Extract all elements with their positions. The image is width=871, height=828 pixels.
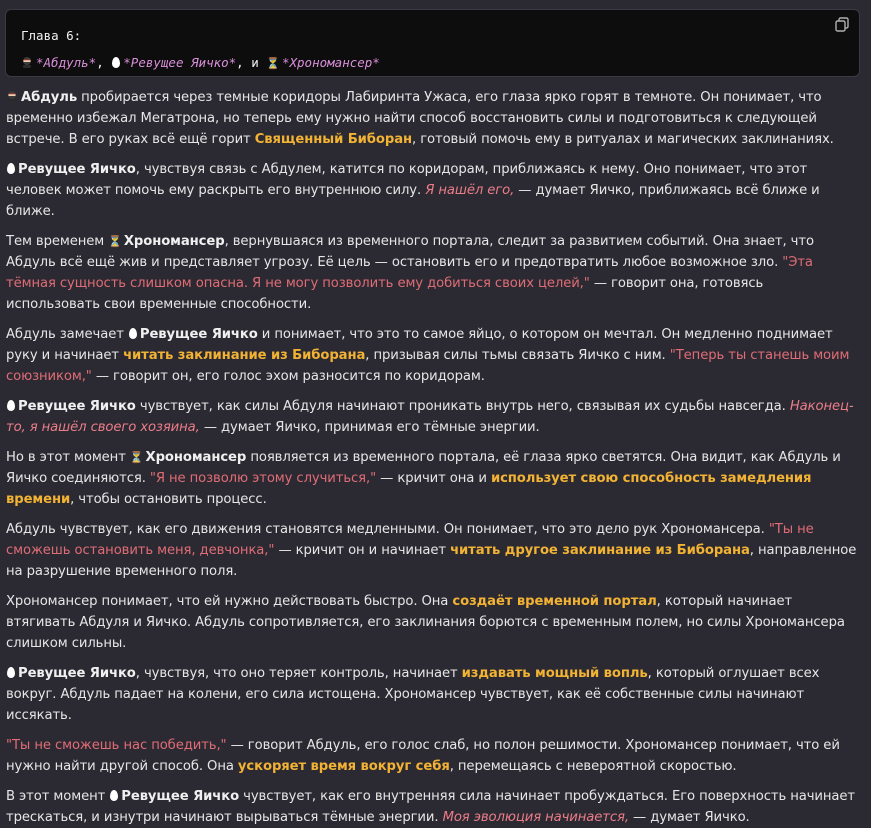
- quote-text: "Я не позволю этому случиться,": [149, 471, 377, 486]
- story-paragraph: Абдуль замечает Ревущее Яичко и понимает…: [6, 324, 860, 387]
- story-paragraph: Хрономансер понимает, что ей нужно дейст…: [6, 591, 860, 654]
- body-text: , готовый помочь ему в ритуалах и магиче…: [412, 132, 834, 147]
- body-text: Тем временем: [6, 234, 109, 249]
- highlight-text: создаёт временной портал: [452, 594, 657, 609]
- highlight-text: читать заклинание из Биборана: [123, 348, 366, 363]
- character-name: Хрономансер: [145, 450, 247, 465]
- body-text: чувствует, как силы Абдуля начинают прон…: [135, 399, 790, 414]
- ninja-icon: [23, 57, 31, 68]
- character-name: Ревущее Яичко: [18, 162, 136, 177]
- highlight-text: читать другое заклинание из Биборана: [450, 543, 750, 558]
- body-text: Абдуль замечает: [6, 327, 128, 342]
- copy-icon[interactable]: [835, 17, 851, 33]
- egg-icon: [7, 163, 15, 174]
- story-paragraph: Ревущее Яичко, чувствуя связь с Абдулем,…: [6, 159, 860, 222]
- body-text: , перемещаясь с невероятной скоростью.: [449, 759, 737, 774]
- body-text: — думает Яичко.: [628, 810, 750, 825]
- chat-message: Глава 6: *Абдуль*, *Ревущее Яичко*, и ⏳ *…: [0, 0, 871, 828]
- body-text: — кричит он и начинает: [274, 543, 451, 558]
- story-text: Абдуль пробирается через темные коридоры…: [5, 87, 860, 828]
- body-text: — думает Яичко, принимая его тёмные энер…: [199, 420, 540, 435]
- character-name: Ревущее Яичко: [18, 666, 136, 681]
- egg-icon: [7, 667, 15, 678]
- code-sep: ,: [96, 55, 112, 70]
- highlight-text: ускоряет время вокруг себя: [237, 759, 450, 774]
- code-characters: *Абдуль*, *Ревущее Яичко*, и ⏳ *Хрономанс…: [21, 49, 845, 77]
- ninja-icon: [6, 88, 18, 102]
- hourglass-icon: ⏳: [266, 57, 280, 70]
- thought-text: Моя эволюция начинается,: [442, 810, 630, 825]
- body-text: — говорит он, его голос эхом разносится …: [91, 369, 485, 384]
- body-text: , чтобы остановить процесс.: [70, 492, 267, 507]
- highlight-text: Священный Биборан: [254, 132, 413, 147]
- code-char-abdul: *Абдуль*: [36, 55, 97, 70]
- story-paragraph: Абдуль чувствует, как его движения стано…: [6, 519, 860, 582]
- code-title: Глава 6:: [21, 28, 82, 43]
- body-text: Хрономансер понимает, что ей нужно дейст…: [6, 594, 453, 609]
- thought-text: Я нашёл его,: [425, 183, 515, 198]
- quote-text: "Ты не сможешь нас победить,": [6, 738, 227, 753]
- hourglass-icon: ⏳: [129, 451, 144, 464]
- body-text: Абдуль чувствует, как его движения стано…: [6, 522, 769, 537]
- body-text: , чувствуя, что оно теряет контроль, нач…: [135, 666, 462, 681]
- body-text: В этот момент: [6, 789, 110, 804]
- story-paragraph: В этот момент Ревущее Яичко чувствует, к…: [6, 786, 860, 828]
- hourglass-icon: ⏳: [108, 235, 122, 248]
- code-block: Глава 6: *Абдуль*, *Ревущее Яичко*, и ⏳ *…: [5, 9, 860, 77]
- character-name: Хрономансер: [123, 234, 225, 249]
- story-paragraph: Но в этот момент ⏳ Хрономансер появляется…: [6, 447, 860, 510]
- egg-icon: [7, 400, 15, 411]
- story-paragraph: Тем временем ⏳ Хрономансер, вернувшаяся и…: [6, 231, 860, 315]
- egg-icon: [128, 328, 137, 339]
- body-text: Но в этот момент: [6, 450, 130, 465]
- egg-icon: [112, 57, 121, 68]
- story-paragraph: Ревущее Яичко, чувствуя, что оно теряет …: [6, 663, 860, 726]
- code-char-egg: *Ревущее Яичко*: [123, 55, 237, 70]
- code-sep: , и: [236, 55, 267, 70]
- body-text: , призывая силы тьмы связать Яичко с ним…: [365, 348, 670, 363]
- character-name: Ревущее Яичко: [18, 399, 136, 414]
- highlight-text: издавать мощный вопль: [461, 666, 648, 681]
- body-text: — кричит она и: [376, 471, 491, 486]
- character-name: Абдуль: [21, 90, 78, 105]
- story-paragraph: Ревущее Яичко чувствует, как силы Абдуля…: [6, 396, 860, 438]
- character-name: Ревущее Яичко: [139, 327, 258, 342]
- code-char-chrono: *Хрономансер*: [281, 55, 380, 70]
- egg-icon: [110, 790, 119, 801]
- story-paragraph: Абдуль пробирается через темные коридоры…: [6, 87, 860, 150]
- story-paragraph: "Ты не сможешь нас победить," — говорит …: [6, 735, 860, 777]
- character-name: Ревущее Яичко: [121, 789, 240, 804]
